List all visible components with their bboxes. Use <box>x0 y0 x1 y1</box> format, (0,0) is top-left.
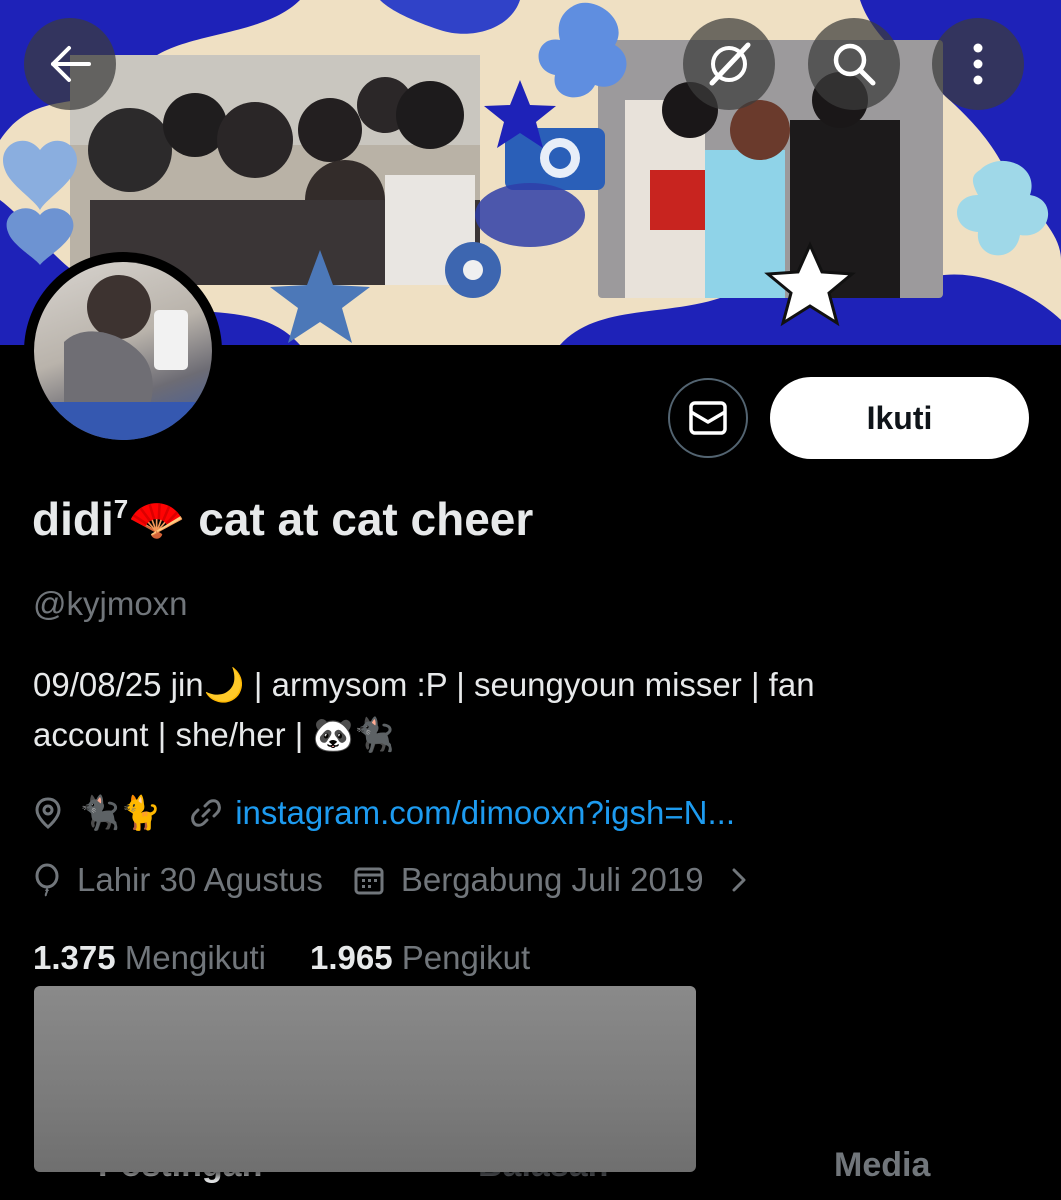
avatar-image <box>34 262 212 440</box>
profile-avatar[interactable] <box>24 252 222 450</box>
more-vertical-icon <box>973 43 983 85</box>
display-name-text: didi <box>32 493 114 545</box>
profile-meta-dates: Lahir 30 Agustus Bergabung Juli 2019 <box>33 857 748 903</box>
followers-link[interactable]: 1.965 Pengikut <box>310 939 530 977</box>
profile-website-link[interactable]: instagram.com/dimooxn?igsh=N... <box>235 794 735 832</box>
grok-button[interactable] <box>683 18 775 110</box>
chevron-right-icon[interactable] <box>730 866 748 894</box>
more-button[interactable] <box>932 18 1024 110</box>
back-button[interactable] <box>24 18 116 110</box>
bio-line-1: 09/08/25 jin🌙 | armysom :P | seungyoun m… <box>33 666 815 703</box>
location-pin-icon <box>33 796 63 830</box>
link-icon <box>191 798 222 828</box>
follow-button[interactable]: Ikuti <box>770 377 1029 459</box>
followers-count: 1.965 <box>310 939 393 976</box>
followers-label: Pengikut <box>401 939 531 976</box>
search-button[interactable] <box>808 18 900 110</box>
following-count: 1.375 <box>33 939 116 976</box>
arrow-left-icon <box>51 46 91 82</box>
search-icon <box>833 43 876 86</box>
calendar-icon <box>353 864 385 896</box>
profile-bio: 09/08/25 jin🌙 | armysom :P | seungyoun m… <box>33 660 1023 760</box>
profile-meta-location-link: 🐈‍⬛🐈 instagram.com/dimooxn?igsh=N... <box>33 790 735 836</box>
profile-stats: 1.375 Mengikuti 1.965 Pengikut <box>33 935 530 981</box>
display-name: didi7🪭 cat at cat cheer <box>32 492 533 547</box>
display-name-suffix: cat at cat cheer <box>185 493 534 545</box>
following-label: Mengikuti <box>124 939 266 976</box>
grok-icon <box>709 42 751 86</box>
message-button[interactable] <box>668 378 748 458</box>
tab-media[interactable]: Media <box>834 1146 930 1185</box>
profile-location: 🐈‍⬛🐈 <box>79 793 162 831</box>
redaction-overlay <box>34 986 696 1172</box>
profile-joined-date: Bergabung Juli 2019 <box>400 861 704 898</box>
balloon-icon <box>33 863 61 897</box>
profile-handle: @kyjmoxn <box>33 585 188 622</box>
envelope-icon <box>689 401 727 435</box>
profile-birthday: Lahir 30 Agustus <box>77 861 323 898</box>
following-link[interactable]: 1.375 Mengikuti <box>33 939 266 977</box>
display-name-superscript: 7 <box>113 494 129 524</box>
display-name-emoji: 🪭 <box>128 493 186 545</box>
bio-line-2: account | she/her | 🐼🐈‍⬛ <box>33 716 395 753</box>
